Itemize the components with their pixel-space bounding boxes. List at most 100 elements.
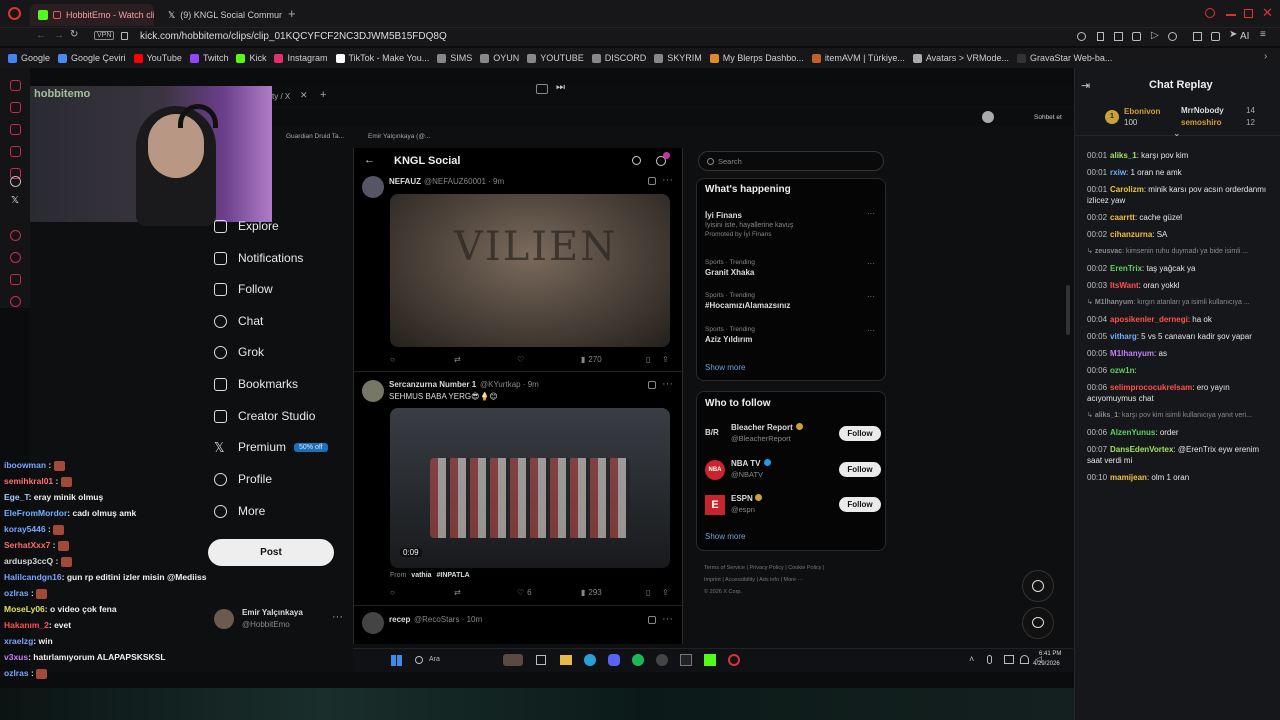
footer-link[interactable]: Terms of Service bbox=[704, 565, 745, 571]
bookmark-item[interactable]: Avatars > VRMode... bbox=[912, 53, 1009, 63]
discover-icon[interactable] bbox=[10, 102, 21, 113]
chat-username[interactable]: Carolizm bbox=[1110, 185, 1144, 194]
file-explorer-icon[interactable] bbox=[560, 655, 572, 665]
bookmark-icon[interactable]: ▯ bbox=[646, 355, 650, 364]
tweet-1[interactable]: NEFAUZ @NEFAUZ60001 · 9m ··· VILIEN ○ ⇄ … bbox=[354, 172, 682, 372]
search-icon[interactable] bbox=[1205, 8, 1215, 18]
chat-username[interactable]: M1lhanyum bbox=[1110, 349, 1154, 358]
chat-username[interactable]: ozw1n bbox=[1110, 366, 1134, 375]
minimize-button[interactable] bbox=[1226, 14, 1236, 16]
nav-premium[interactable]: 𝕏 Premium 50% off bbox=[214, 440, 328, 454]
from-user[interactable]: vathia bbox=[411, 572, 431, 579]
chat-username[interactable]: aliks_1 bbox=[1110, 151, 1137, 160]
settings-icon[interactable] bbox=[10, 296, 21, 307]
grok-icon[interactable] bbox=[648, 177, 656, 185]
footer-link[interactable]: Imprint bbox=[704, 577, 721, 583]
trend-item[interactable]: Sports · Trending #HocamızıAlamazsınız bbox=[705, 292, 879, 310]
play-icon[interactable]: ▷ bbox=[1151, 30, 1159, 41]
workspaces-icon[interactable] bbox=[10, 124, 21, 135]
more-dots-icon[interactable]: ··· bbox=[662, 613, 673, 625]
show-more-link[interactable]: Show more bbox=[705, 363, 745, 372]
tweet-video[interactable]: 0:09 bbox=[390, 408, 670, 568]
bookmark-icon[interactable] bbox=[1097, 32, 1104, 41]
spotify-icon[interactable] bbox=[632, 654, 644, 666]
bookmark-item[interactable]: DISCORD bbox=[591, 53, 646, 63]
from-tag[interactable]: #INPATLA bbox=[436, 572, 469, 579]
ai-button[interactable]: AI bbox=[1240, 31, 1249, 42]
follow-suggestion[interactable]: E ESPN @espn Follow bbox=[705, 493, 881, 519]
follow-suggestion[interactable]: NBA NBA TV @NBATV Follow bbox=[705, 458, 881, 484]
nav-grok[interactable]: Grok bbox=[214, 345, 264, 359]
windows-start-icon[interactable] bbox=[391, 655, 402, 666]
views-count[interactable]: ▮ 293 bbox=[581, 588, 602, 597]
block-icon[interactable] bbox=[1132, 32, 1141, 41]
reply-icon[interactable]: ○ bbox=[390, 588, 395, 597]
x-sidebar-icon[interactable]: 𝕏 bbox=[11, 195, 19, 206]
chat-username[interactable]: ErenTrix bbox=[1110, 264, 1142, 273]
more-dots-icon[interactable]: ··· bbox=[662, 378, 673, 390]
chat-username[interactable]: mamijean bbox=[1110, 473, 1147, 482]
footer-link[interactable]: Accessibility bbox=[725, 577, 755, 583]
tweet-2[interactable]: Sercanzurna Number 1 @KYurtkap · 9m ··· … bbox=[354, 374, 682, 606]
tab-kick-clip[interactable]: HobbitEmo - Watch clip bbox=[30, 4, 154, 26]
tweet-image[interactable]: VILIEN bbox=[390, 194, 670, 347]
back-icon[interactable]: ← bbox=[36, 30, 46, 41]
pip-icon[interactable] bbox=[536, 84, 548, 94]
chat-username[interactable]: aposikenler_dernegi bbox=[1110, 315, 1188, 324]
footer-link[interactable]: Cookie Policy bbox=[788, 565, 821, 571]
more-dots-icon[interactable]: ··· bbox=[662, 174, 673, 186]
obs-icon[interactable] bbox=[656, 654, 668, 666]
chat-username[interactable]: AlzenYunus bbox=[1110, 428, 1155, 437]
bookmark-item[interactable]: Instagram bbox=[274, 53, 328, 63]
maximize-button[interactable] bbox=[1244, 9, 1253, 18]
collapse-chat-icon[interactable]: ⇥ bbox=[1081, 79, 1090, 92]
player-icon[interactable] bbox=[10, 230, 21, 241]
repost-icon[interactable]: ⇄ bbox=[454, 355, 461, 364]
show-more-link[interactable]: Show more bbox=[705, 532, 745, 541]
follow-button[interactable]: Follow bbox=[839, 462, 881, 477]
nav-follow[interactable]: Follow bbox=[214, 282, 273, 296]
reload-icon[interactable]: ↻ bbox=[70, 29, 78, 40]
grok-float-button[interactable] bbox=[1022, 570, 1054, 602]
bookmark-item[interactable]: SIMS bbox=[437, 53, 472, 63]
chat-username[interactable]: ItsWant bbox=[1110, 281, 1139, 290]
follow-suggestion[interactable]: B/R Bleacher Report @BleacherReport Foll… bbox=[705, 422, 881, 448]
messenger-icon[interactable] bbox=[10, 146, 21, 157]
nav-creator-studio[interactable]: Creator Studio bbox=[214, 409, 315, 423]
chat-username[interactable]: vitharg bbox=[1110, 332, 1137, 341]
follow-button[interactable]: Follow bbox=[839, 426, 881, 441]
gifter-name[interactable]: semoshiro bbox=[1181, 118, 1221, 127]
wifi-icon[interactable] bbox=[1020, 655, 1029, 664]
gifter-name[interactable]: Ebonivon bbox=[1124, 107, 1160, 116]
tweet-3[interactable]: recep @RecoStars · 10m ··· bbox=[354, 608, 682, 644]
tweet-author[interactable]: Sercanzurna Number 1 bbox=[389, 380, 476, 389]
bookmark-item[interactable]: Twitch bbox=[189, 53, 228, 63]
inner-scrollbar[interactable] bbox=[1066, 285, 1070, 335]
bookmark-item[interactable]: My Blerps Dashbo... bbox=[709, 53, 804, 63]
bookmark-item[interactable]: OYUN bbox=[480, 53, 519, 63]
nav-chat[interactable]: Chat bbox=[214, 314, 263, 328]
taskbar-time[interactable]: 6:41 PM bbox=[1039, 651, 1061, 657]
pause-icon[interactable] bbox=[1168, 32, 1177, 41]
snapshot-icon[interactable] bbox=[1114, 32, 1123, 41]
bookmark-item[interactable]: Kick bbox=[236, 53, 266, 63]
chat-username[interactable]: selimprococukrelsam bbox=[1110, 383, 1192, 392]
share-icon[interactable]: ⇪ bbox=[662, 588, 669, 597]
taskbar-widgets-icon[interactable] bbox=[503, 654, 523, 666]
more-dots-icon[interactable]: ··· bbox=[867, 292, 875, 301]
trend-item[interactable]: Sports · Trending Aziz Yıldırım bbox=[705, 326, 879, 344]
forward-icon[interactable]: → bbox=[54, 30, 64, 41]
chat-username[interactable]: DansEdenVortex bbox=[1110, 445, 1173, 454]
browser-logo-icon[interactable] bbox=[8, 7, 21, 20]
next-clip-icon[interactable]: ⏭ bbox=[556, 82, 565, 93]
like-icon[interactable]: ♡ bbox=[517, 355, 524, 364]
bookmark-item[interactable]: Google bbox=[8, 53, 50, 63]
pinboards-icon[interactable] bbox=[10, 274, 21, 285]
url-field[interactable]: kick.com/hobbitemo/clips/clip_01KQCYFCF2… bbox=[140, 31, 447, 42]
network-icon[interactable] bbox=[1004, 655, 1014, 664]
bookmark-item[interactable]: itemAVM | Türkiye... bbox=[811, 53, 905, 63]
gifter-name[interactable]: MrrNobody bbox=[1181, 106, 1224, 115]
footer-link[interactable]: Ads info bbox=[759, 577, 779, 583]
taskbar-date[interactable]: 4/29/2026 bbox=[1033, 661, 1060, 667]
terminal-icon[interactable] bbox=[680, 654, 692, 666]
